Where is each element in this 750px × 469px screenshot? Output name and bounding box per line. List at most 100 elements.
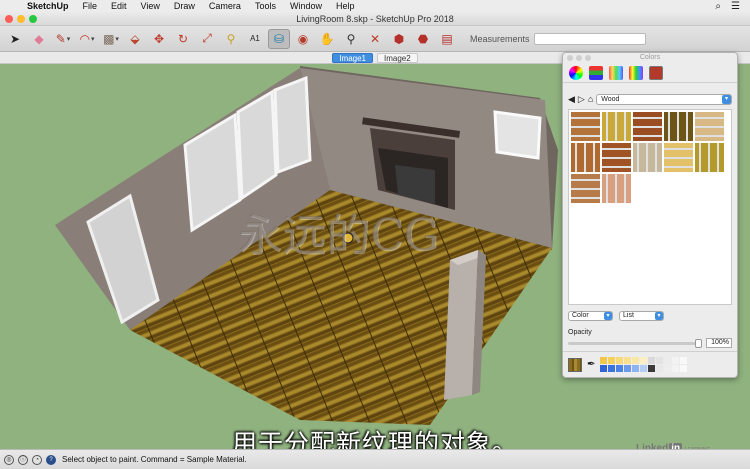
status-text: Select object to paint. Command = Sample… <box>62 455 247 464</box>
palette-cell[interactable] <box>664 357 672 364</box>
menu-file[interactable]: File <box>76 1 105 11</box>
minimize-icon[interactable] <box>17 15 25 23</box>
pan-icon[interactable]: ✋ <box>316 29 338 49</box>
palette-cell[interactable] <box>656 357 664 364</box>
palette-cell[interactable] <box>640 357 648 364</box>
color-palettes-icon[interactable] <box>609 65 623 80</box>
palette-cell[interactable] <box>664 365 672 372</box>
materials-icon[interactable] <box>649 65 663 80</box>
rectangle-icon[interactable]: ▩ <box>100 29 122 49</box>
select-icon[interactable]: ➤ <box>4 29 26 49</box>
palette-cell[interactable] <box>616 357 624 364</box>
material-swatch[interactable] <box>695 112 724 141</box>
menu-edit[interactable]: Edit <box>104 1 134 11</box>
material-swatch[interactable] <box>633 143 662 172</box>
forward-icon[interactable]: ▷ <box>578 94 585 105</box>
tape-measure-icon[interactable]: ⚲ <box>220 29 242 49</box>
material-swatch[interactable] <box>571 112 600 141</box>
move-icon[interactable]: ✥ <box>148 29 170 49</box>
palette-cell[interactable] <box>632 357 640 364</box>
pencil-icon[interactable]: ✎ <box>52 29 74 49</box>
tab-image2[interactable]: Image2 <box>377 52 418 63</box>
material-swatch[interactable] <box>633 112 662 141</box>
tab-image1[interactable]: Image1 <box>332 52 373 63</box>
material-swatch[interactable] <box>695 143 724 172</box>
text-icon[interactable]: A1 <box>244 29 266 49</box>
opacity-slider[interactable] <box>568 338 702 348</box>
palette-cell[interactable] <box>648 357 656 364</box>
menu-app[interactable]: SketchUp <box>20 1 76 11</box>
extension-warehouse-icon[interactable]: ⬣ <box>412 29 434 49</box>
menu-camera[interactable]: Camera <box>202 1 248 11</box>
palette-cell[interactable] <box>640 365 648 372</box>
palette-cell[interactable] <box>624 357 632 364</box>
palette-cell[interactable] <box>608 365 616 372</box>
back-icon[interactable]: ◀ <box>568 94 575 105</box>
layout-icon[interactable]: ▤ <box>436 29 458 49</box>
menu-list-icon[interactable]: ☰ <box>731 1 740 12</box>
zoom-extents-icon[interactable]: ✕ <box>364 29 386 49</box>
material-swatch[interactable] <box>664 143 693 172</box>
credits-icon[interactable]: ⓘ <box>18 454 28 465</box>
library-select[interactable]: Wood <box>596 93 732 105</box>
eraser-icon[interactable]: ◆ <box>28 29 50 49</box>
orbit-icon[interactable]: ◉ <box>292 29 314 49</box>
paint-bucket-icon[interactable]: ⛁ <box>268 28 290 49</box>
zoom-icon[interactable]: ⚲ <box>340 29 362 49</box>
palette-cell[interactable] <box>616 365 624 372</box>
material-swatches <box>568 109 732 305</box>
color-palette <box>600 357 688 372</box>
zoom-window-icon[interactable] <box>29 15 37 23</box>
material-swatch[interactable] <box>664 112 693 141</box>
opacity-slider-knob[interactable] <box>695 338 702 348</box>
panel-minimize-icon[interactable] <box>576 55 582 61</box>
material-swatch[interactable] <box>571 174 600 203</box>
palette-cell[interactable] <box>656 365 664 372</box>
close-icon[interactable] <box>5 15 13 23</box>
search-icon[interactable]: ⌕ <box>715 1 721 12</box>
material-swatch[interactable] <box>571 143 600 172</box>
palette-cell[interactable] <box>648 365 656 372</box>
measurements-input[interactable] <box>533 32 646 45</box>
opacity-value[interactable]: 100% <box>706 338 732 348</box>
list-mode-select[interactable]: List <box>619 311 664 321</box>
push-pull-icon[interactable]: ⬙ <box>124 29 146 49</box>
current-material-swatch[interactable] <box>568 357 582 372</box>
menu-view[interactable]: View <box>134 1 167 11</box>
color-mode-select[interactable]: Color <box>568 311 613 321</box>
view-selects: Color List <box>563 311 737 321</box>
menu-bar: SketchUp File Edit View Draw Camera Tool… <box>0 0 750 12</box>
palette-cell[interactable] <box>632 365 640 372</box>
material-swatch[interactable] <box>602 143 631 172</box>
eyedropper-icon[interactable]: ✒ <box>587 359 595 370</box>
home-icon[interactable]: ⌂ <box>588 94 593 104</box>
color-wheel-icon[interactable] <box>569 65 583 80</box>
scale-icon[interactable]: ⤢ <box>196 29 218 49</box>
material-swatch[interactable] <box>602 112 631 141</box>
menu-window[interactable]: Window <box>283 1 329 11</box>
title-bar: LivingRoom 8.skp - SketchUp Pro 2018 <box>0 12 750 26</box>
arc-icon[interactable]: ◠ <box>76 29 98 49</box>
panel-zoom-icon[interactable] <box>585 55 591 61</box>
palette-cell[interactable] <box>608 357 616 364</box>
menu-draw[interactable]: Draw <box>167 1 202 11</box>
help-icon[interactable]: ? <box>46 454 56 465</box>
palette-cell[interactable] <box>680 357 688 364</box>
palette-cell[interactable] <box>600 365 608 372</box>
palette-cell[interactable] <box>624 365 632 372</box>
menu-help[interactable]: Help <box>329 1 362 11</box>
palette-cell[interactable] <box>600 357 608 364</box>
user-icon[interactable]: ◔ <box>32 454 42 465</box>
warehouse-icon[interactable]: ⬢ <box>388 29 410 49</box>
palette-cell[interactable] <box>672 365 680 372</box>
palette-cell[interactable] <box>680 365 688 372</box>
material-swatch[interactable] <box>602 174 631 203</box>
menu-tools[interactable]: Tools <box>248 1 283 11</box>
color-sliders-icon[interactable] <box>589 65 603 80</box>
image-palettes-icon[interactable] <box>629 65 643 80</box>
rotate-icon[interactable]: ↻ <box>172 29 194 49</box>
colors-panel: Colors ◀ ▷ ⌂ Wood Color List Opacity 100… <box>562 52 738 378</box>
panel-close-icon[interactable] <box>567 55 573 61</box>
geo-location-icon[interactable]: ◎ <box>4 454 14 465</box>
palette-cell[interactable] <box>672 357 680 364</box>
